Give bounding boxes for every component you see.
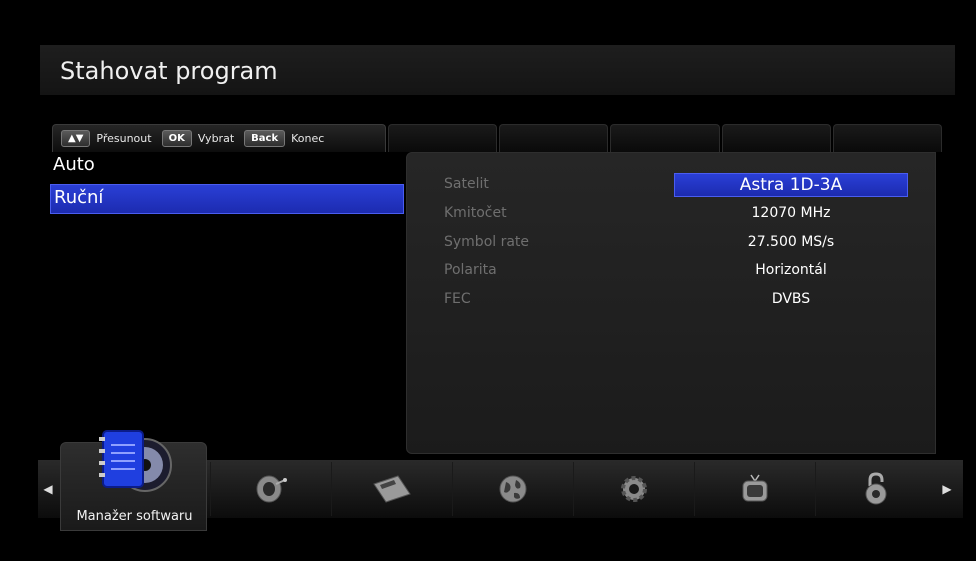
param-row-frequency[interactable]: Kmitočet 12070 MHz — [407, 200, 937, 228]
key-legend: ▲▼ Přesunout OK Vybrat Back Konec — [52, 124, 386, 152]
up-down-arrow-icon: ▲▼ — [61, 130, 91, 147]
param-row-symbol-rate[interactable]: Symbol rate 27.500 MS/s — [407, 229, 937, 257]
menu-tile-tv[interactable] — [694, 462, 815, 516]
gear-icon — [621, 476, 647, 502]
screen: Stahovat program ▲▼ Přesunout OK Vybrat … — [0, 0, 976, 561]
help-bar: ▲▼ Přesunout OK Vybrat Back Konec — [52, 124, 943, 152]
menu-tile-satellite[interactable] — [210, 462, 331, 516]
menu-tile-card[interactable] — [331, 462, 452, 516]
param-row-polarity[interactable]: Polarita Horizontál — [407, 257, 937, 285]
page-title: Stahovat program — [60, 57, 278, 85]
menu-tile-software-manager[interactable]: Manažer softwaru — [60, 430, 207, 531]
padlock-icon — [865, 472, 887, 505]
mode-list: Auto Ruční — [50, 152, 404, 216]
menu-tile-globe[interactable] — [452, 462, 573, 516]
card-icon — [373, 475, 411, 503]
param-label: Symbol rate — [444, 234, 530, 250]
mode-item-auto[interactable]: Auto — [50, 152, 404, 182]
polarity-value[interactable]: Horizontál — [674, 259, 908, 283]
arrow-left-icon[interactable]: ◀ — [38, 460, 58, 518]
param-label: Polarita — [444, 262, 497, 278]
param-row-fec[interactable]: FEC DVBS — [407, 286, 937, 314]
back-key: Back — [244, 130, 286, 147]
menu-tile-settings[interactable] — [573, 462, 694, 516]
satellite-dish-icon — [256, 475, 287, 503]
param-label: FEC — [444, 291, 471, 307]
arrow-right-icon[interactable]: ▶ — [937, 460, 957, 518]
software-manager-icon — [97, 423, 177, 507]
param-label: Satelit — [444, 176, 489, 192]
exit-label: Konec — [291, 132, 325, 145]
tv-icon — [742, 474, 768, 502]
symbol-rate-value[interactable]: 27.500 MS/s — [674, 231, 908, 255]
params-panel: Satelit Astra 1D-3A Kmitočet 12070 MHz S… — [406, 152, 936, 454]
param-label: Kmitočet — [444, 205, 507, 221]
help-cell — [388, 124, 498, 152]
param-row-satellite[interactable]: Satelit Astra 1D-3A — [407, 171, 937, 199]
select-label: Vybrat — [197, 132, 235, 145]
globe-icon — [499, 475, 527, 503]
mode-item-manual[interactable]: Ruční — [50, 184, 404, 214]
help-cell — [721, 124, 831, 152]
help-cell — [499, 124, 609, 152]
help-cell — [832, 124, 943, 152]
menu-tile-lock[interactable] — [815, 462, 936, 516]
satellite-value[interactable]: Astra 1D-3A — [674, 173, 908, 197]
fec-value[interactable]: DVBS — [674, 288, 908, 312]
ok-key: OK — [161, 130, 192, 147]
title-bar: Stahovat program — [40, 45, 955, 95]
move-label: Přesunout — [96, 132, 152, 145]
frequency-value[interactable]: 12070 MHz — [674, 202, 908, 226]
help-cell — [610, 124, 720, 152]
active-menu-label: Manažer softwaru — [76, 509, 193, 524]
